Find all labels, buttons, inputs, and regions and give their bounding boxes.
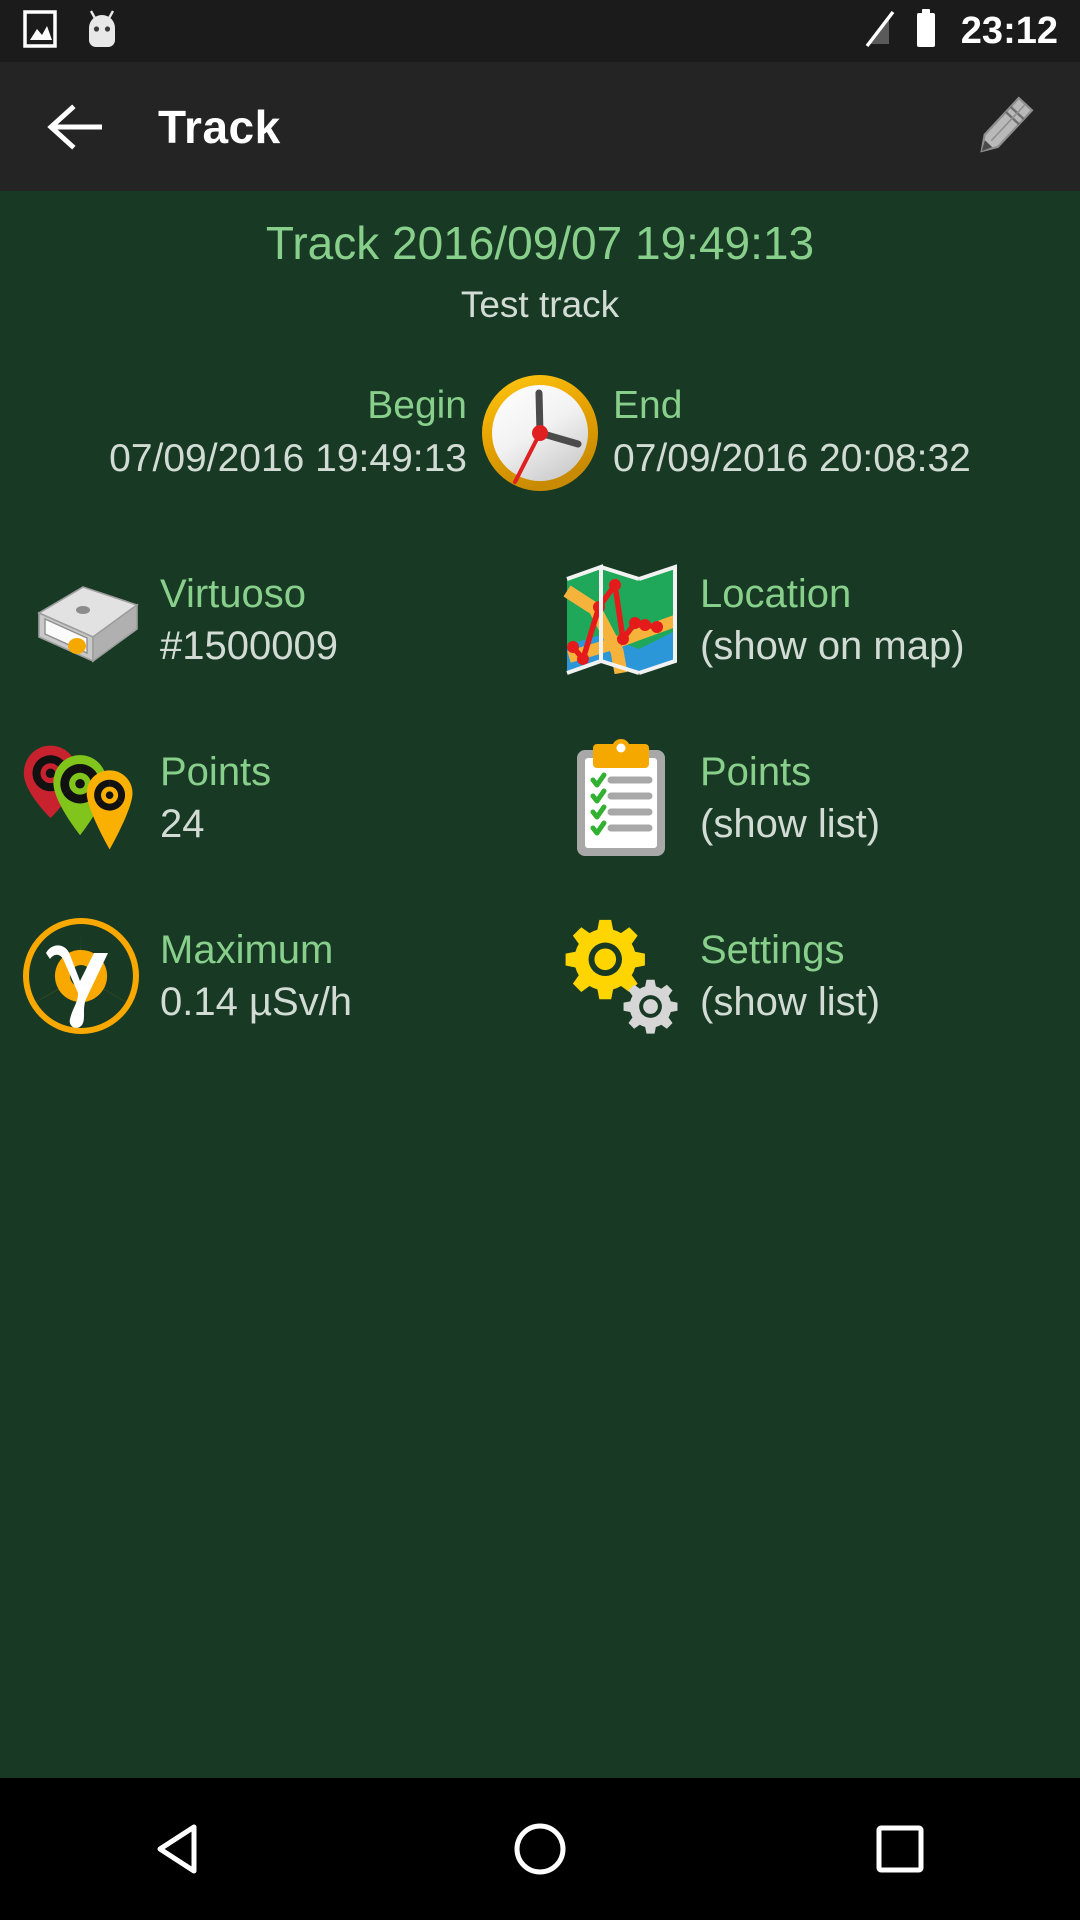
gears-icon	[560, 915, 682, 1037]
android-head-icon	[82, 8, 122, 55]
clipboard-icon	[560, 737, 682, 859]
device-texts: Virtuoso #1500009	[160, 570, 338, 672]
points-count-value: 24	[160, 802, 205, 847]
grid-item-location[interactable]: Location (show on map)	[540, 542, 1080, 698]
points-list-texts: Points (show list)	[700, 748, 880, 850]
points-count-texts: Points 24	[160, 748, 271, 850]
maximum-value: 0.14 µSv/h	[160, 980, 353, 1025]
grid-item-maximum[interactable]: Maximum 0.14 µSv/h	[0, 898, 540, 1054]
track-end-block: End 07/09/2016 20:08:32	[603, 383, 1052, 485]
radiation-markers-icon	[20, 737, 142, 859]
gallery-icon	[22, 9, 58, 54]
location-texts: Location (show on map)	[700, 570, 965, 672]
maximum-label: Maximum	[160, 927, 334, 972]
location-label: Location	[700, 571, 852, 616]
signal-off-icon	[863, 8, 897, 55]
map-icon	[560, 559, 682, 681]
points-list-action: (show list)	[700, 802, 881, 847]
end-label: End	[613, 383, 683, 427]
end-value: 07/09/2016 20:08:32	[613, 437, 971, 481]
nav-back-triangle-icon[interactable]	[105, 1799, 255, 1899]
grid-item-settings[interactable]: Settings (show list)	[540, 898, 1080, 1054]
app-toolbar: Track	[0, 62, 1080, 191]
settings-action: (show list)	[700, 980, 881, 1025]
settings-texts: Settings (show list)	[700, 926, 880, 1028]
begin-value: 07/09/2016 19:49:13	[109, 437, 467, 481]
system-navigation-bar	[0, 1778, 1080, 1920]
status-bar: 23:12	[0, 0, 1080, 62]
settings-label: Settings	[700, 927, 845, 972]
pencil-icon[interactable]	[956, 83, 1044, 171]
track-info-grid: Virtuoso #1500009 Location (show on map)…	[0, 542, 1080, 1054]
battery-icon	[913, 8, 939, 55]
hard-drive-icon	[20, 559, 142, 681]
track-details-content: Track 2016/09/07 19:49:13 Test track Beg…	[0, 191, 1080, 1778]
points-list-label: Points	[700, 749, 812, 794]
track-subtitle: Test track	[460, 283, 620, 325]
points-count-label: Points	[160, 749, 272, 794]
location-action: (show on map)	[700, 624, 965, 669]
track-time-row: Begin 07/09/2016 19:49:13 End 07/09/2016…	[0, 370, 1080, 496]
app-screen: 23:12 Track Track 2016/09/07 19:49:13 Te…	[0, 0, 1080, 1920]
clock-icon	[477, 370, 603, 496]
grid-item-points-count[interactable]: Points 24	[0, 720, 540, 876]
nav-home-circle-icon[interactable]	[465, 1799, 615, 1899]
gamma-radiation-icon	[20, 915, 142, 1037]
status-bar-clock: 23:12	[960, 10, 1058, 52]
grid-item-device[interactable]: Virtuoso #1500009	[0, 542, 540, 698]
track-title: Track 2016/09/07 19:49:13	[265, 217, 815, 269]
maximum-texts: Maximum 0.14 µSv/h	[160, 926, 352, 1028]
begin-label: Begin	[367, 383, 467, 427]
status-bar-system-icons: 23:12	[863, 8, 1058, 55]
device-name: Virtuoso	[160, 571, 307, 616]
device-serial: #1500009	[160, 624, 338, 669]
back-arrow-icon[interactable]	[40, 91, 112, 163]
page-title: Track	[158, 100, 281, 153]
status-bar-notifications	[22, 8, 122, 55]
track-begin-block: Begin 07/09/2016 19:49:13	[28, 383, 477, 485]
grid-item-points-list[interactable]: Points (show list)	[540, 720, 1080, 876]
nav-recents-square-icon[interactable]	[825, 1799, 975, 1899]
